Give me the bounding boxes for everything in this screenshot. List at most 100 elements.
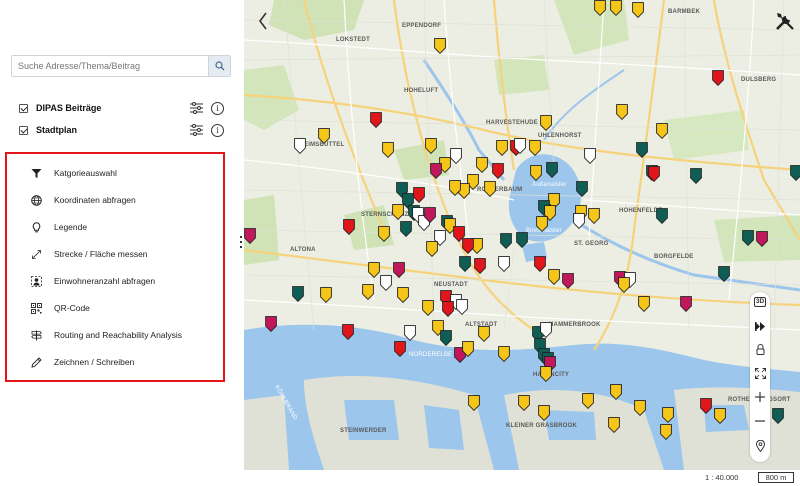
dipas-marker-teal[interactable] xyxy=(459,256,471,272)
dipas-marker-yellow[interactable] xyxy=(392,204,404,220)
dipas-marker-red[interactable] xyxy=(648,166,660,182)
dipas-marker-red[interactable] xyxy=(712,70,724,86)
dipas-marker-red[interactable] xyxy=(462,238,474,254)
dipas-marker-yellow[interactable] xyxy=(484,181,496,197)
dipas-marker-teal[interactable] xyxy=(772,408,784,424)
dipas-marker-magenta[interactable] xyxy=(393,262,405,278)
dipas-marker-yellow[interactable] xyxy=(368,262,380,278)
dipas-marker-yellow[interactable] xyxy=(638,296,650,312)
dipas-marker-white[interactable] xyxy=(584,148,596,164)
info-icon[interactable]: i xyxy=(211,123,224,137)
dipas-marker-yellow[interactable] xyxy=(476,157,488,173)
map-view[interactable]: LOKSTEDT EPPENDORF BARMBEK DULSBERG HOHE… xyxy=(244,0,800,470)
dipas-marker-magenta[interactable] xyxy=(265,316,277,332)
dipas-marker-red[interactable] xyxy=(343,219,355,235)
dipas-marker-magenta[interactable] xyxy=(562,273,574,289)
dipas-marker-yellow[interactable] xyxy=(548,269,560,285)
dipas-marker-red[interactable] xyxy=(492,163,504,179)
dipas-marker-yellow[interactable] xyxy=(634,400,646,416)
tool-category-filter[interactable]: Katgorieauswahl xyxy=(29,166,117,180)
dipas-marker-yellow[interactable] xyxy=(362,284,374,300)
dipas-marker-red[interactable] xyxy=(534,256,546,272)
lock-button[interactable] xyxy=(750,340,770,358)
dipas-marker-magenta[interactable] xyxy=(680,296,692,312)
dipas-marker-white[interactable] xyxy=(456,299,468,315)
zoom-in-button[interactable] xyxy=(750,388,770,406)
layer-checkbox-stadtplan[interactable] xyxy=(19,125,28,135)
dipas-marker-yellow[interactable] xyxy=(662,407,674,423)
search-input[interactable] xyxy=(12,56,208,76)
dipas-marker-yellow[interactable] xyxy=(656,123,668,139)
dipas-marker-white[interactable] xyxy=(514,138,526,154)
dipas-marker-red[interactable] xyxy=(413,187,425,203)
dipas-marker-yellow[interactable] xyxy=(610,0,622,16)
dipas-marker-teal[interactable] xyxy=(516,232,528,248)
dipas-marker-red[interactable] xyxy=(474,258,486,274)
dipas-marker-red[interactable] xyxy=(700,398,712,414)
dipas-marker-white[interactable] xyxy=(498,256,510,272)
dipas-marker-yellow[interactable] xyxy=(618,277,630,293)
dipas-marker-white[interactable] xyxy=(380,275,392,291)
dipas-marker-teal[interactable] xyxy=(400,221,412,237)
dipas-marker-yellow[interactable] xyxy=(536,216,548,232)
dipas-marker-yellow[interactable] xyxy=(425,138,437,154)
dipas-marker-yellow[interactable] xyxy=(588,208,600,224)
dipas-marker-teal[interactable] xyxy=(440,330,452,346)
dipas-marker-yellow[interactable] xyxy=(660,424,672,440)
dipas-marker-magenta[interactable] xyxy=(756,231,768,247)
dipas-marker-teal[interactable] xyxy=(690,168,702,184)
dipas-marker-yellow[interactable] xyxy=(582,393,594,409)
tool-legend[interactable]: Legende xyxy=(29,220,87,234)
sidebar-resize-handle[interactable] xyxy=(240,236,243,250)
dipas-marker-teal[interactable] xyxy=(742,230,754,246)
dipas-marker-yellow[interactable] xyxy=(610,384,622,400)
dipas-marker-teal[interactable] xyxy=(292,286,304,302)
dipas-marker-magenta[interactable] xyxy=(430,163,442,179)
3d-toggle-button[interactable]: 3D xyxy=(750,293,770,311)
dipas-marker-magenta[interactable] xyxy=(244,228,256,244)
dipas-marker-yellow[interactable] xyxy=(594,0,606,16)
dipas-marker-yellow[interactable] xyxy=(426,241,438,257)
search-button[interactable] xyxy=(208,56,230,76)
tool-draw[interactable]: Zeichnen / Schreiben xyxy=(29,355,134,369)
dipas-marker-yellow[interactable] xyxy=(397,287,409,303)
dipas-marker-yellow[interactable] xyxy=(518,395,530,411)
dipas-marker-yellow[interactable] xyxy=(530,165,542,181)
dipas-marker-yellow[interactable] xyxy=(478,326,490,342)
tool-population[interactable]: Einwohneranzahl abfragen xyxy=(29,274,155,288)
dipas-marker-yellow[interactable] xyxy=(498,346,510,362)
settings-sliders-icon[interactable] xyxy=(190,102,203,114)
dipas-marker-yellow[interactable] xyxy=(318,128,330,144)
tool-qr-code[interactable]: QR-Code xyxy=(29,301,90,315)
tool-measure[interactable]: Strecke / Fläche messen xyxy=(29,247,148,261)
dipas-marker-yellow[interactable] xyxy=(540,115,552,131)
dipas-marker-red[interactable] xyxy=(342,324,354,340)
dipas-marker-yellow[interactable] xyxy=(434,38,446,54)
dipas-marker-yellow[interactable] xyxy=(462,341,474,357)
dipas-marker-yellow[interactable] xyxy=(616,104,628,120)
dipas-marker-white[interactable] xyxy=(540,322,552,338)
dipas-marker-yellow[interactable] xyxy=(422,300,434,316)
dipas-marker-yellow[interactable] xyxy=(449,180,461,196)
tools-button[interactable] xyxy=(774,10,796,32)
dipas-marker-red[interactable] xyxy=(370,112,382,128)
dipas-marker-yellow[interactable] xyxy=(714,408,726,424)
dipas-marker-yellow[interactable] xyxy=(468,395,480,411)
dipas-marker-white[interactable] xyxy=(294,138,306,154)
dipas-marker-yellow[interactable] xyxy=(320,287,332,303)
dipas-marker-teal[interactable] xyxy=(718,266,730,282)
dipas-marker-magenta[interactable] xyxy=(424,207,436,223)
fullscreen-button[interactable] xyxy=(750,364,770,382)
dipas-marker-teal[interactable] xyxy=(546,162,558,178)
dipas-marker-yellow[interactable] xyxy=(540,366,552,382)
dipas-marker-white[interactable] xyxy=(450,148,462,164)
info-icon[interactable]: i xyxy=(211,101,224,115)
dipas-marker-yellow[interactable] xyxy=(378,226,390,242)
dipas-marker-teal[interactable] xyxy=(790,165,800,181)
tool-coordinates[interactable]: Koordinaten abfragen xyxy=(29,193,136,207)
dipas-marker-white[interactable] xyxy=(404,325,416,341)
layer-checkbox-dipas[interactable] xyxy=(19,103,28,113)
dipas-marker-teal[interactable] xyxy=(636,142,648,158)
dipas-marker-yellow[interactable] xyxy=(496,140,508,156)
dipas-marker-teal[interactable] xyxy=(500,233,512,249)
